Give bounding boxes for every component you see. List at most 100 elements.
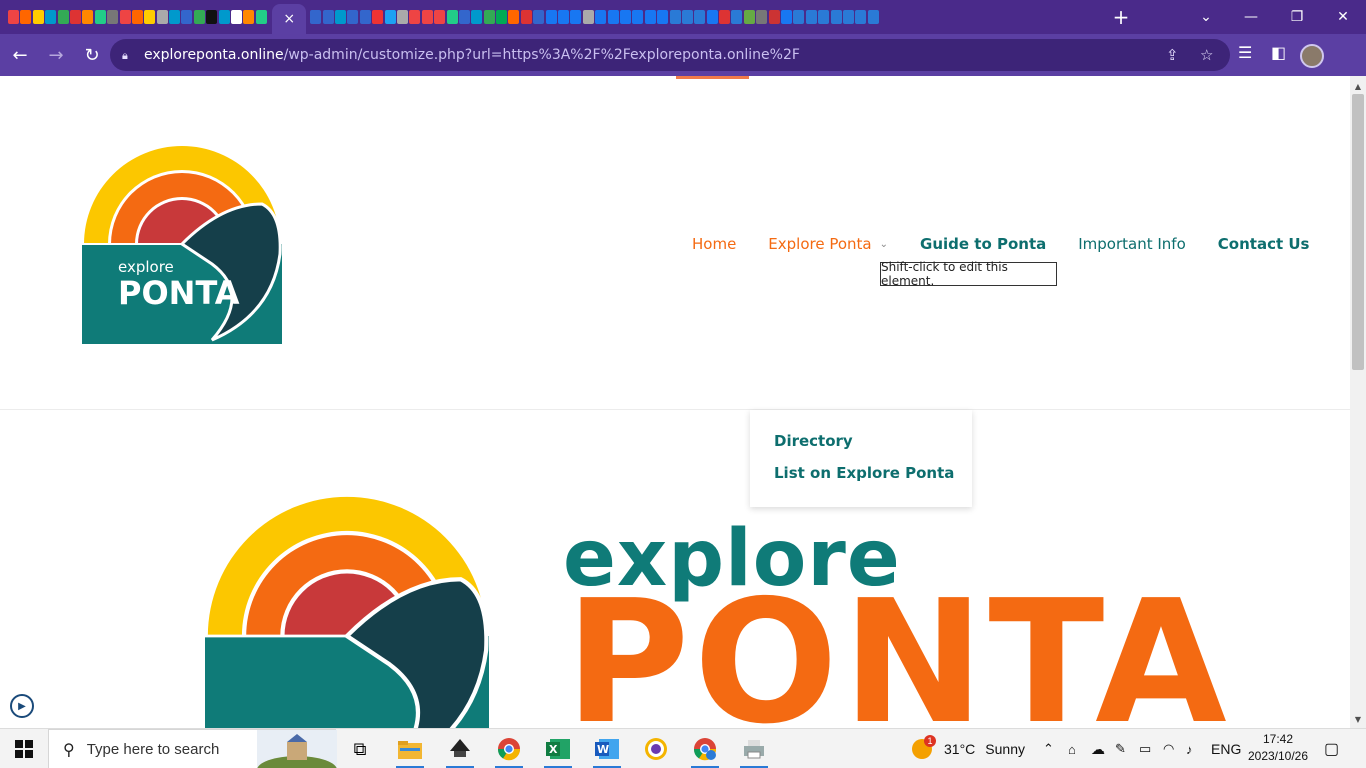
tab-favicon-icon[interactable] (231, 10, 243, 24)
tab-favicon-icon[interactable] (793, 10, 805, 24)
notifications-icon[interactable]: ▢ (1324, 729, 1339, 768)
tab-favicon-icon[interactable] (570, 10, 582, 24)
tab-favicon-icon[interactable] (781, 10, 793, 24)
submenu-item-directory[interactable]: Directory (774, 432, 948, 450)
tab-favicon-icon[interactable] (805, 10, 817, 24)
submenu-item-list-on-explore-ponta[interactable]: List on Explore Ponta (774, 464, 954, 482)
active-tab[interactable]: × (272, 4, 307, 34)
site-logo[interactable]: explore PONTA (82, 144, 282, 344)
forward-icon[interactable]: → (40, 39, 72, 71)
profile-avatar[interactable] (1300, 44, 1324, 68)
tab-favicon-icon[interactable] (471, 10, 483, 24)
printer-icon[interactable] (730, 729, 778, 768)
tab-search-icon[interactable]: ⌄ (1183, 0, 1229, 34)
tab-favicon-icon[interactable] (45, 10, 57, 24)
new-tab-button[interactable]: + (1110, 4, 1132, 30)
tab-favicon-icon[interactable] (69, 10, 81, 24)
windows-start-icon[interactable] (0, 729, 48, 768)
tab-favicon-icon[interactable] (8, 10, 19, 24)
tab-favicon-icon[interactable] (632, 10, 644, 24)
side-panel-icon[interactable]: ◧ (1271, 43, 1286, 62)
tab-favicon-icon[interactable] (421, 10, 433, 24)
tab-favicon-icon[interactable] (396, 10, 408, 24)
tab-favicon-icon[interactable] (156, 10, 168, 24)
nav-item-contact-us[interactable]: Contact Us⌄ (1218, 235, 1350, 253)
tab-favicon-icon[interactable] (619, 10, 631, 24)
tab-favicon-icon[interactable] (830, 10, 842, 24)
tab-favicon-icon[interactable] (347, 10, 359, 24)
tab-favicon-icon[interactable] (706, 10, 718, 24)
tab-favicon-icon[interactable] (719, 10, 731, 24)
scroll-up-icon[interactable]: ▲ (1350, 78, 1366, 94)
tab-favicon-icon[interactable] (768, 10, 780, 24)
tab-favicon-icon[interactable] (359, 10, 371, 24)
tab-favicon-icon[interactable] (458, 10, 470, 24)
tab-favicon-icon[interactable] (657, 10, 669, 24)
close-window-icon[interactable]: ✕ (1320, 0, 1366, 34)
tab-favicon-icon[interactable] (107, 10, 119, 24)
reading-list-icon[interactable]: ☰ (1238, 43, 1252, 62)
tab-favicon-icon[interactable] (255, 10, 267, 24)
tab-favicon-icon[interactable] (334, 10, 346, 24)
tab-favicon-icon[interactable] (681, 10, 693, 24)
close-tab-icon[interactable]: × (283, 11, 295, 27)
tab-favicon-icon[interactable] (855, 10, 867, 24)
tab-favicon-icon[interactable] (669, 10, 681, 24)
tab-favicon-icon[interactable] (533, 10, 545, 24)
battery-icon[interactable]: ▭ (1139, 729, 1151, 768)
tab-favicon-icon[interactable] (731, 10, 743, 24)
weather-widget[interactable]: 1 31°C Sunny (912, 729, 1025, 768)
tab-favicon-icon[interactable] (310, 10, 322, 24)
tab-favicon-icon[interactable] (520, 10, 532, 24)
meet-icon[interactable]: ⌂ (1068, 729, 1076, 768)
play-icon[interactable]: ▶ (10, 694, 34, 718)
share-icon[interactable]: ⇪ (1166, 46, 1179, 64)
tab-favicon-icon[interactable] (20, 10, 32, 24)
tab-favicon-icon[interactable] (434, 10, 446, 24)
nav-item-guide-to-ponta[interactable]: Guide to Ponta (920, 235, 1046, 253)
tab-favicon-icon[interactable] (193, 10, 205, 24)
tab-favicon-icon[interactable] (694, 10, 706, 24)
nav-item-home[interactable]: Home (692, 235, 736, 253)
tab-favicon-icon[interactable] (372, 10, 384, 24)
tab-favicon-icon[interactable] (181, 10, 193, 24)
scrollbar-thumb[interactable] (1352, 94, 1364, 370)
tab-favicon-icon[interactable] (483, 10, 495, 24)
tab-favicon-icon[interactable] (843, 10, 854, 24)
minimize-icon[interactable]: — (1228, 0, 1274, 34)
tab-favicon-icon[interactable] (582, 10, 594, 24)
restore-icon[interactable]: ❐ (1274, 0, 1320, 34)
excel-icon[interactable]: X (534, 729, 582, 768)
file-explorer-icon[interactable] (386, 729, 434, 768)
tab-favicon-icon[interactable] (496, 10, 508, 24)
scroll-down-icon[interactable]: ▼ (1350, 711, 1366, 727)
tab-favicon-icon[interactable] (867, 10, 879, 24)
chrome-profile-icon[interactable] (681, 729, 729, 768)
tab-favicon-icon[interactable] (384, 10, 396, 24)
tab-favicon-icon[interactable] (558, 10, 570, 24)
inkscape-icon[interactable] (436, 729, 484, 768)
tab-favicon-icon[interactable] (322, 10, 334, 24)
tab-favicon-icon[interactable] (818, 10, 830, 24)
tab-favicon-icon[interactable] (218, 10, 230, 24)
chrome-icon[interactable] (485, 729, 533, 768)
tab-favicon-icon[interactable] (446, 10, 458, 24)
task-view-icon[interactable]: ⧉ (336, 729, 384, 768)
back-icon[interactable]: ← (4, 39, 36, 71)
tab-favicon-icon[interactable] (131, 10, 143, 24)
nav-item-important-info[interactable]: Important Info (1078, 235, 1186, 253)
wifi-icon[interactable]: ◠ (1163, 729, 1174, 768)
volume-icon[interactable]: ♪ (1186, 729, 1193, 768)
tab-favicon-icon[interactable] (756, 10, 768, 24)
onedrive-icon[interactable]: ☁ (1091, 729, 1105, 768)
taskbar-search[interactable]: ⚲ Type here to search (48, 729, 337, 768)
vpn-app-icon[interactable] (632, 729, 680, 768)
tab-favicon-icon[interactable] (508, 10, 520, 24)
tab-favicon-icon[interactable] (644, 10, 656, 24)
tab-favicon-icon[interactable] (607, 10, 619, 24)
system-clock[interactable]: 17:42 2023/10/26 (1240, 731, 1316, 767)
tab-favicon-icon[interactable] (169, 10, 181, 24)
tab-favicon-icon[interactable] (57, 10, 69, 24)
tab-favicon-icon[interactable] (243, 10, 255, 24)
pen-icon[interactable]: ✎ (1115, 729, 1126, 768)
